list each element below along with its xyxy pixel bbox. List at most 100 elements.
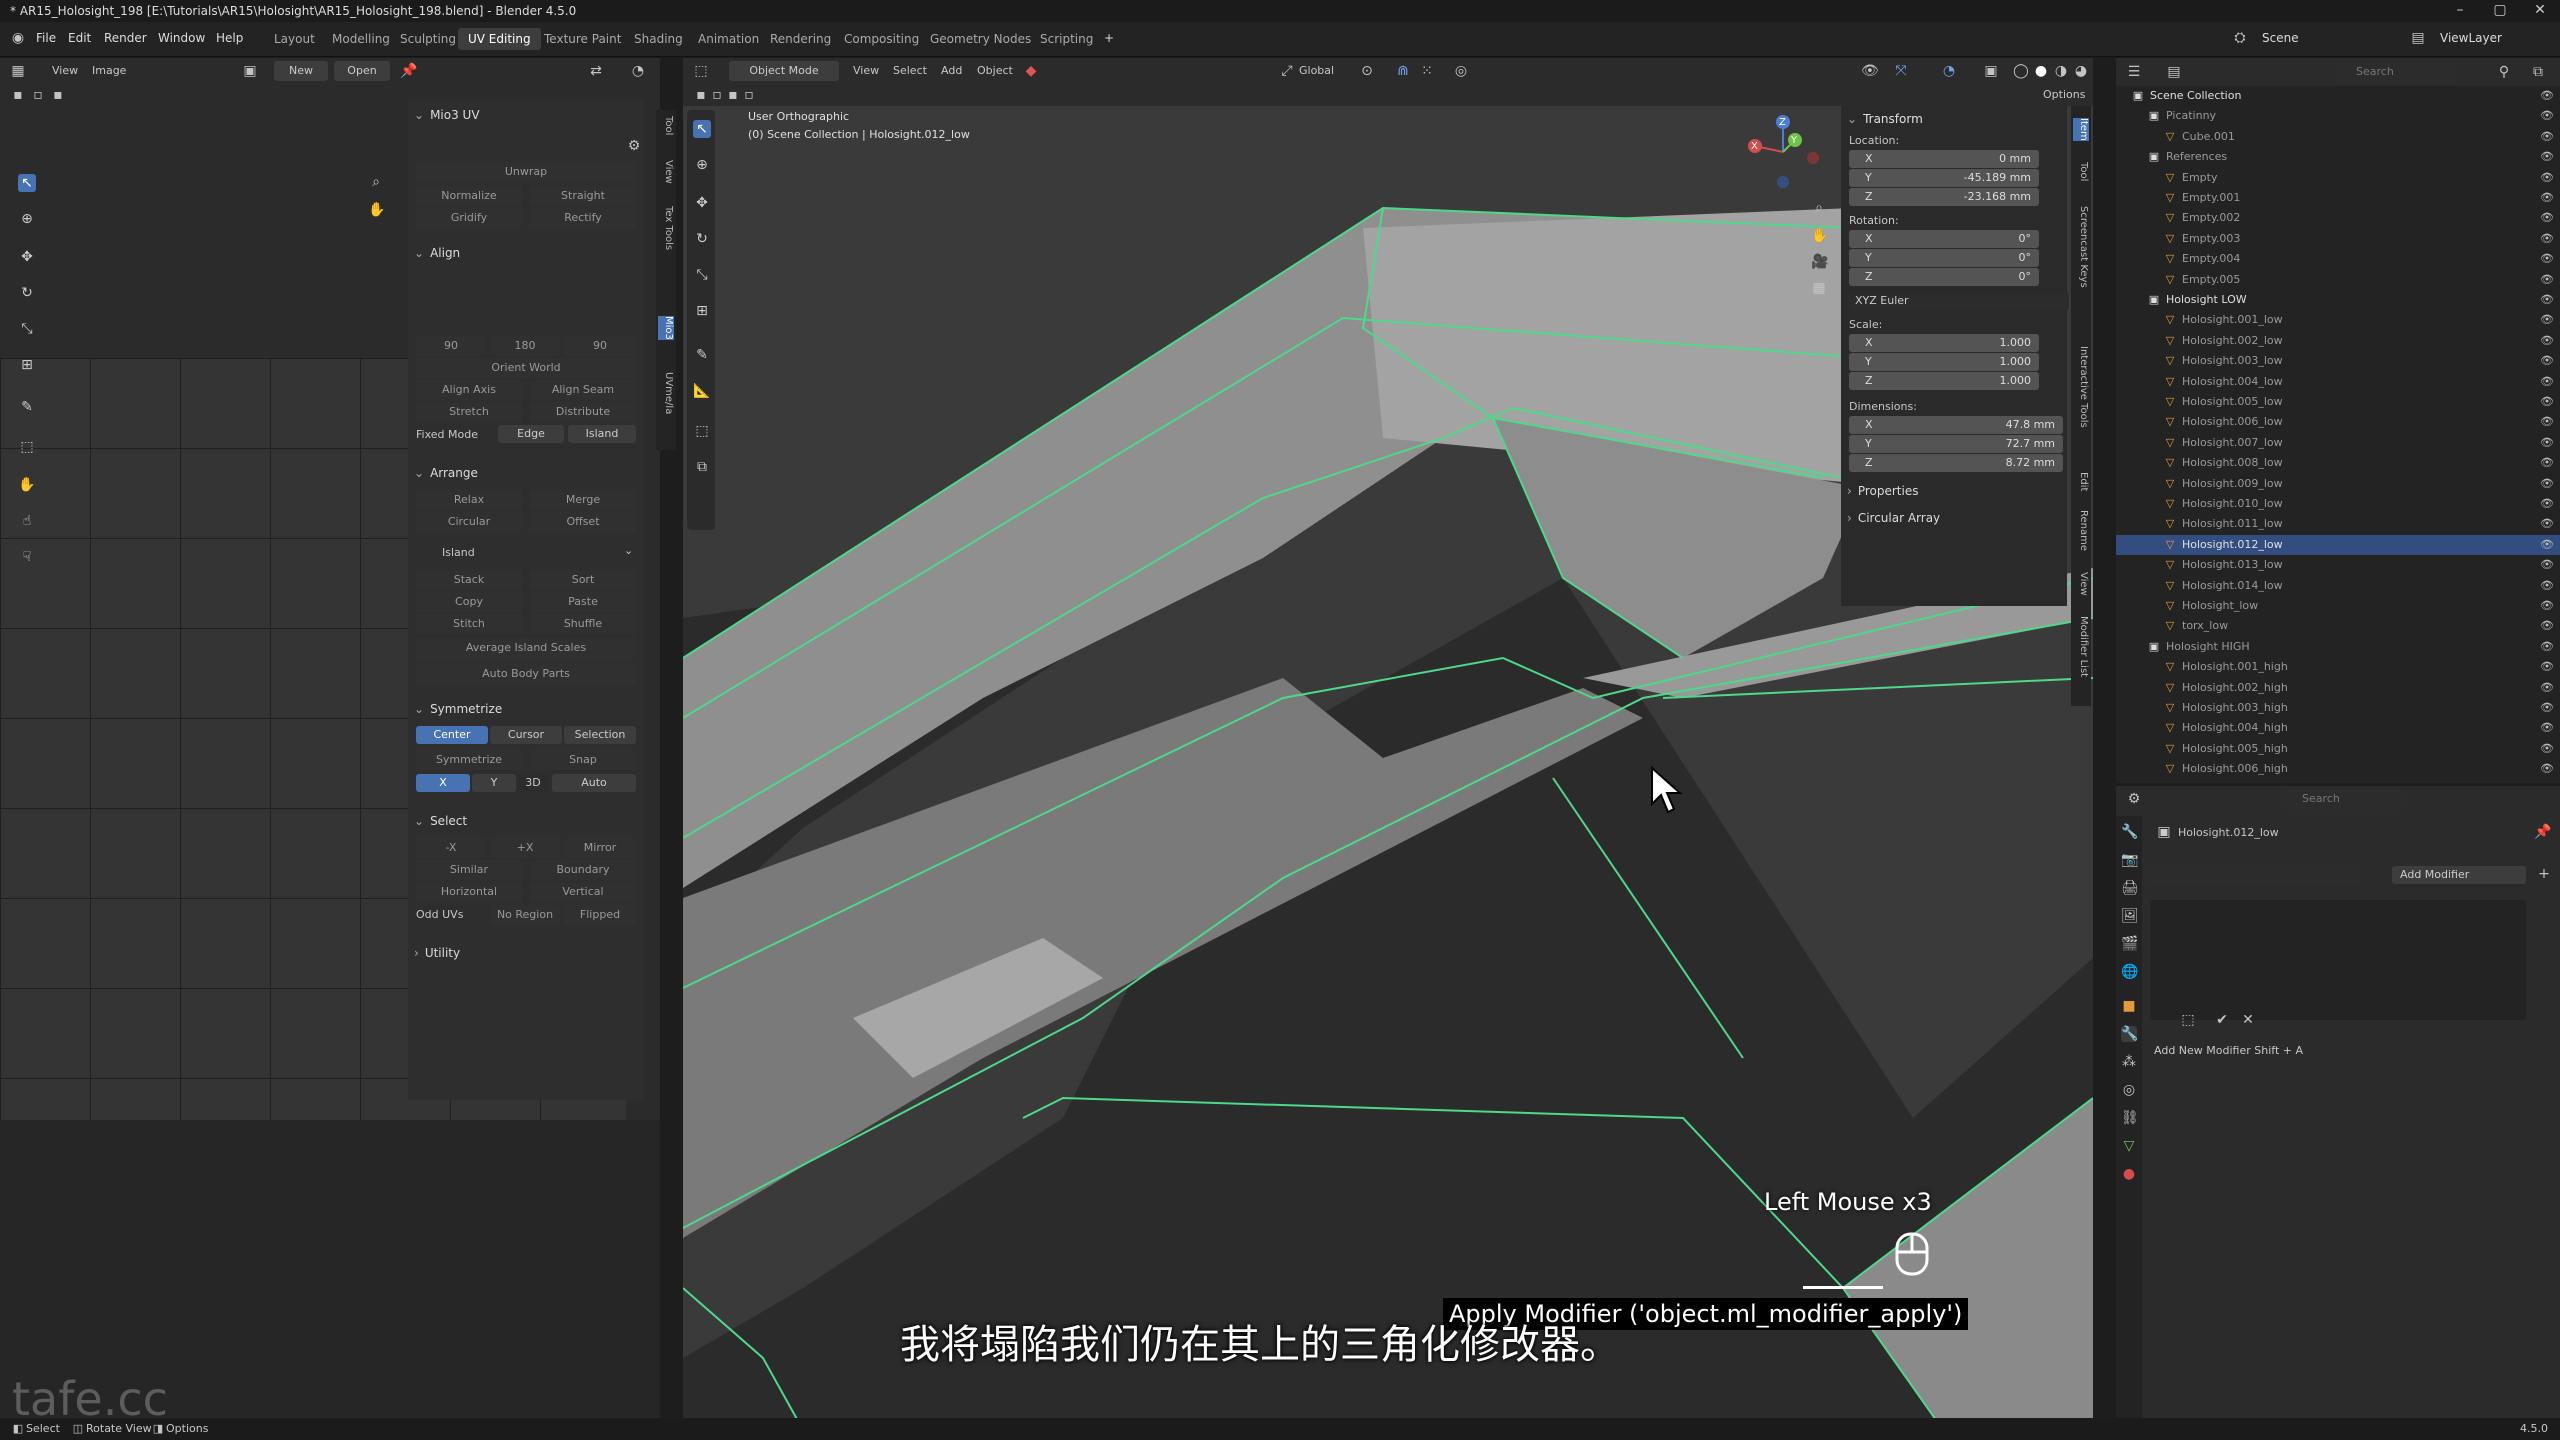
symmetrize-cursor-button[interactable]: Cursor [490,726,562,744]
symmetrize-button[interactable]: Symmetrize [416,750,522,770]
visibility-eye-icon[interactable]: 👁 [2540,456,2554,469]
outliner-row[interactable]: ▽ Holosight.007_low 👁 [2116,433,2560,453]
align-section[interactable]: Align [414,246,460,260]
cursor-tool-icon[interactable]: ⊕ [18,210,36,228]
tab-texture-paint[interactable]: Texture Paint [534,28,631,50]
vp-cursor-tool-icon[interactable]: ⊕ [693,156,711,174]
tool-tab-icon[interactable]: 🔧 [2121,824,2138,840]
vp-select-new-icon[interactable]: ▪ [693,87,709,103]
straight-button[interactable]: Straight [530,186,636,206]
move-tool-icon[interactable]: ✥ [18,248,36,266]
mode-dropdown[interactable]: Object Mode [729,61,839,81]
sidetab-vp-view[interactable]: View [2073,572,2089,596]
outliner-row[interactable]: ▽ Holosight.014_low 👁 [2116,576,2560,596]
outliner-row[interactable]: ▽ Holosight_low 👁 [2116,596,2560,616]
maximize-icon[interactable]: ▢ [2480,2,2520,18]
tab-compositing[interactable]: Compositing [834,28,929,50]
pivot-icon[interactable]: ◆ [1023,63,1039,79]
select-box-tool-icon[interactable]: ↖ [18,174,36,192]
symmetrize-center-button[interactable]: Center [416,726,488,744]
vp-transform-tool-icon[interactable]: ⊞ [693,302,711,320]
outliner-row[interactable]: ▽ Holosight.001_low 👁 [2116,310,2560,330]
visibility-eye-icon[interactable]: 👁 [2540,313,2554,326]
menu-window[interactable]: Window [158,31,205,45]
rip-tool-icon[interactable]: ⬚ [18,438,36,456]
vp-rotate-tool-icon[interactable]: ↻ [693,230,711,248]
dimensions-x-field[interactable]: X 47.8 mm [1849,416,2063,434]
rotation-z-field[interactable]: Z 0° [1849,268,2039,286]
sidetab-uvmela[interactable]: UVme/la [658,372,674,414]
tab-rendering[interactable]: Rendering [760,28,841,50]
sidetab-interactive-tools[interactable]: Interactive Tools [2073,346,2089,428]
outliner-row[interactable]: ▽ Holosight.002_high 👁 [2116,678,2560,698]
outliner-row[interactable]: ▽ Holosight.004_low 👁 [2116,372,2560,392]
dimensions-z-field[interactable]: Z 8.72 mm [1849,454,2063,472]
mio3-title[interactable]: Mio3 UV [414,108,479,122]
properties-subpanel[interactable]: Properties [1847,484,1919,498]
scale-y-field[interactable]: Y 1.000 [1849,353,2039,371]
grab-tool-icon[interactable]: ✋ [18,476,36,494]
orientation-icon[interactable]: ⤢ [1279,63,1295,79]
outliner-row[interactable]: ▣ Picatinny 👁 [2116,106,2560,126]
rotate-90-cw-button[interactable]: 90 [564,336,636,356]
auto-body-parts-button[interactable]: Auto Body Parts [416,664,636,684]
symmetrize-y-button[interactable]: Y [472,774,516,792]
symmetrize-auto-dropdown[interactable]: Auto [552,774,636,792]
sort-button[interactable]: Sort [530,570,636,590]
select-mirror-button[interactable]: Mirror [564,838,636,858]
blender-logo-icon[interactable]: ◉ [10,30,26,46]
add-workspace-icon[interactable]: + [1104,31,1114,45]
settings-gear-icon[interactable]: ⚙ [626,138,642,154]
location-z-field[interactable]: Z -23.168 mm [1849,188,2039,206]
visibility-eye-icon[interactable]: 👁 [2540,660,2554,673]
select-horizontal-button[interactable]: Horizontal [416,882,522,902]
visibility-eye-icon[interactable]: 👁 [2540,477,2554,490]
viewport-pan-icon[interactable]: ✋ [1811,228,1828,244]
outliner-row[interactable]: ▽ Holosight.012_low 👁 [2116,534,2560,555]
outliner-row[interactable]: ▽ Cube.001 👁 [2116,127,2560,147]
modifier-remove-icon[interactable]: ✕ [2240,1012,2256,1028]
visibility-eye-icon[interactable]: 👁 [2540,232,2554,245]
copy-button[interactable]: Copy [416,592,522,612]
navigation-gizmo[interactable] [1743,110,1833,200]
visibility-eye-icon[interactable]: 👁 [2540,130,2554,143]
modifier-check-icon[interactable]: ✔ [2214,1012,2230,1028]
camera-view-icon[interactable]: 🎥 [1811,254,1828,270]
scale-tool-icon[interactable]: ⤡ [18,320,36,338]
select-mode-subtract-icon[interactable]: ▪ [50,87,66,103]
select-minus-x-button[interactable]: -X [416,838,486,858]
align-axis-button[interactable]: Align Axis [416,380,522,400]
sidetab-vp-tool[interactable]: Tool [2073,162,2089,181]
sidetab-textools[interactable]: Tex Tools [658,206,674,250]
outliner-row[interactable]: ▣ Scene Collection 👁 [2116,86,2560,106]
filter-icon[interactable]: ⚲ [2496,64,2512,80]
circular-button[interactable]: Circular [416,512,522,532]
modifier-tab-icon[interactable]: 🔧 [2121,1026,2138,1042]
outliner-row[interactable]: ▽ Holosight.006_low 👁 [2116,412,2560,432]
image-browse-icon[interactable]: ▣ [242,63,258,79]
visibility-eye-icon[interactable]: 👁 [2540,354,2554,367]
menu-render[interactable]: Render [104,31,147,45]
rotation-mode-dropdown[interactable]: XYZ Euler [1849,292,2069,310]
stack-button[interactable]: Stack [416,570,522,590]
zoom-icon[interactable]: ⌕ [368,174,384,190]
unwrap-button[interactable]: Unwrap [416,162,636,182]
visibility-eye-icon[interactable]: 👁 [2540,150,2554,163]
editor-type-icon[interactable]: ▦ [10,63,26,79]
location-y-field[interactable]: Y -45.189 mm [1849,169,2039,187]
visibility-eye-icon[interactable]: 👁 [2540,109,2554,122]
rotation-y-field[interactable]: Y 0° [1849,249,2039,267]
display-mode-icon[interactable]: ▤ [2166,64,2182,80]
visibility-eye-icon[interactable]: 👁 [2540,191,2554,204]
viewport-options[interactable]: Options [2043,88,2085,101]
sidetab-tool[interactable]: Tool [658,116,674,135]
transform-tool-icon[interactable]: ⊞ [18,356,36,374]
new-image-button[interactable]: New [274,61,328,81]
gizmo-icon[interactable]: ⤧ [1893,63,1909,79]
view-layer-tab-icon[interactable]: 🖼 [2121,908,2139,924]
visibility-eye-icon[interactable]: 👁 [2540,375,2554,388]
sidetab-item[interactable]: Item [2073,118,2089,141]
flipped-button[interactable]: Flipped [564,905,636,925]
pan-hand-icon[interactable]: ✋ [368,202,385,218]
wireframe-shading-icon[interactable]: ◯ [2013,63,2029,79]
